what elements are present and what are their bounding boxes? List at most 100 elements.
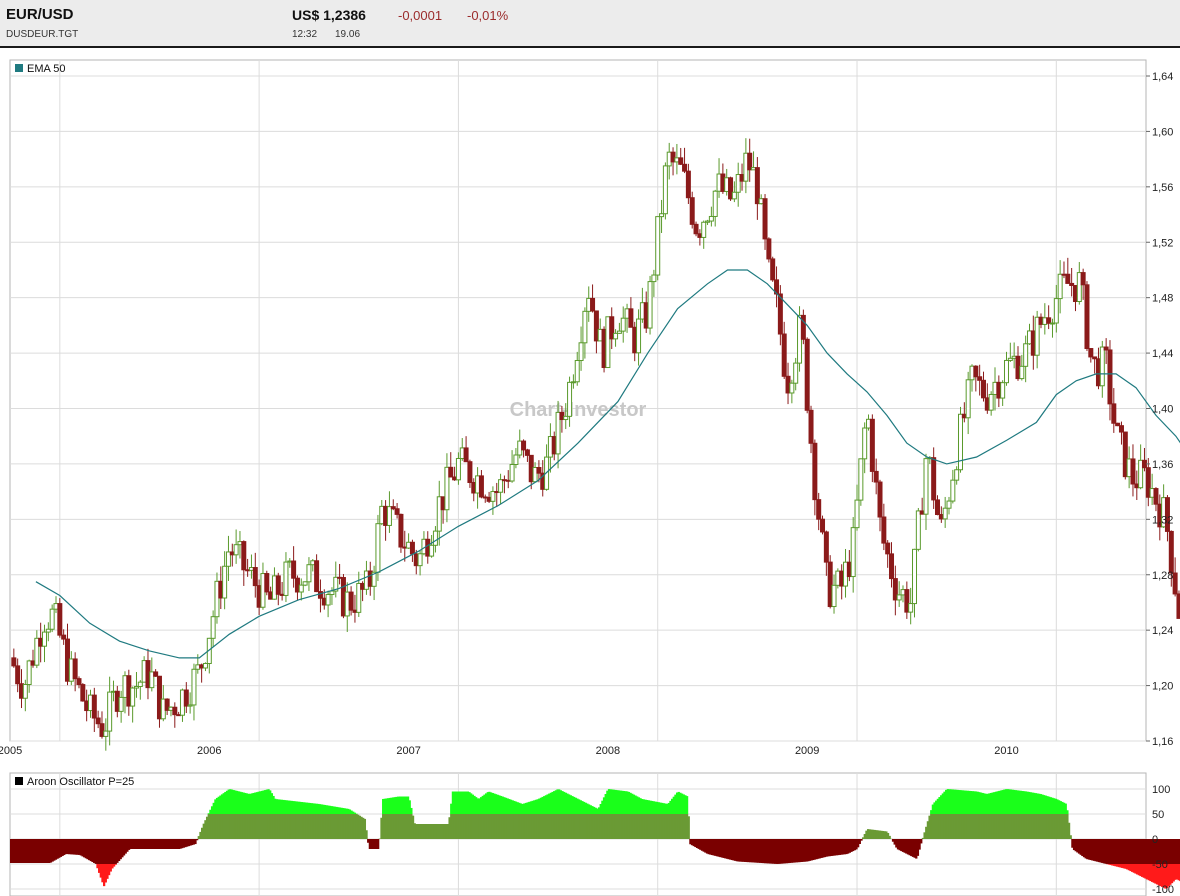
candle-body	[766, 238, 772, 260]
candle-body	[329, 590, 335, 596]
candle-body	[628, 308, 634, 328]
candle-body	[896, 594, 902, 601]
price-y-tick-label: 1,56	[1152, 182, 1173, 194]
candle-body	[409, 541, 415, 555]
candle-body	[678, 157, 684, 165]
aroon-y-tick-label: 100	[1152, 784, 1170, 796]
candle-body	[1019, 365, 1025, 380]
candle-body	[590, 297, 596, 312]
candle-body	[298, 584, 304, 593]
candle-body	[72, 658, 78, 680]
aroon-bar-positive	[888, 835, 891, 839]
candle-body	[712, 190, 718, 217]
candle-body	[831, 584, 837, 608]
candle-body	[977, 376, 983, 381]
candle-body	[375, 523, 381, 573]
candle-body	[306, 564, 312, 583]
candle-body	[1084, 284, 1090, 350]
candle-body	[252, 567, 258, 587]
aroon-bar-positive	[365, 830, 368, 839]
candle-body	[885, 542, 891, 555]
candle-body	[1088, 348, 1094, 358]
candle-body	[57, 603, 63, 636]
watermark: Chart-Investor	[510, 399, 647, 421]
price-y-tick-label: 1,28	[1152, 570, 1173, 582]
candle-body	[41, 631, 47, 647]
aroon-bar-positive-strong	[685, 796, 689, 814]
price-y-tick-label: 1,48	[1152, 293, 1173, 305]
candle-body	[812, 442, 818, 501]
candle-body	[777, 293, 783, 335]
candle-body	[103, 730, 109, 737]
candle-body	[1000, 382, 1006, 399]
aroon-bar-positive-strong	[410, 807, 413, 814]
price-y-tick-label: 1,60	[1152, 126, 1173, 138]
candle-body	[988, 393, 994, 411]
candle-body	[76, 678, 82, 686]
price-x-axis: 2005 2006 2007 2008 2009 2010	[0, 745, 1019, 757]
candle-body	[1057, 273, 1063, 300]
candle-body	[889, 553, 895, 580]
candle-body	[49, 608, 55, 630]
candle-down	[689, 191, 695, 229]
price-y-tick-label: 1,32	[1152, 514, 1173, 526]
candle-body	[793, 362, 799, 384]
candle-body	[1118, 425, 1124, 433]
candle-body	[935, 499, 941, 516]
candle-body	[689, 197, 695, 225]
candle-body	[881, 516, 887, 544]
candle-body	[467, 461, 473, 483]
candle-body	[317, 591, 323, 599]
candle-down	[57, 598, 63, 638]
candle-down	[770, 256, 776, 282]
aroon-panel: 100 50 0 -50 -100 Aroon Oscillator P=25	[9, 772, 1180, 896]
aroon-legend-swatch	[15, 777, 23, 785]
price-y-tick-label: 1,16	[1152, 736, 1173, 748]
candle-up	[647, 275, 653, 335]
candle-body	[1153, 488, 1159, 505]
candle-down	[1084, 281, 1090, 352]
candle-body	[574, 360, 580, 383]
candle-body	[708, 215, 714, 222]
candle-body	[1080, 272, 1086, 286]
price-x-tick-label: 2010	[994, 745, 1018, 757]
price-y-tick-label: 1,20	[1152, 681, 1173, 693]
candle-body	[850, 527, 856, 578]
candle-body	[862, 427, 868, 460]
candle-body	[854, 499, 860, 529]
candle-body	[91, 694, 97, 719]
candle-body	[513, 454, 519, 465]
aroon-bar-negative	[860, 839, 863, 841]
candle-body	[417, 553, 423, 567]
price-y-tick-label: 1,36	[1152, 459, 1173, 471]
candle-body	[202, 662, 208, 669]
aroon-y-tick-label: 50	[1152, 809, 1164, 821]
charts-area: Chart-Investor 1,641,601,561,521,481,441…	[0, 59, 1180, 896]
candle-body	[685, 170, 691, 199]
candle-body	[1003, 359, 1009, 384]
candle-body	[620, 317, 626, 332]
price-y-tick-label: 1,52	[1152, 237, 1173, 249]
candle-body	[1053, 298, 1059, 324]
candle-body	[869, 418, 875, 472]
candle-body	[107, 691, 113, 732]
candle-body	[693, 223, 699, 235]
candle-body	[1141, 459, 1147, 469]
candle-body	[908, 603, 914, 613]
price-y-tick-label: 1,64	[1152, 71, 1173, 83]
candle-body	[478, 475, 484, 498]
candle-body	[954, 469, 960, 481]
price-x-tick-label: 2006	[197, 745, 221, 757]
candle-body	[80, 684, 86, 702]
aroon-bar-negative-strong	[114, 864, 117, 865]
candle-body	[651, 274, 657, 283]
candle-body	[873, 470, 879, 483]
candle-body	[823, 531, 829, 563]
price-y-tick-label: 1,40	[1152, 404, 1173, 416]
price-x-tick-label: 2008	[596, 745, 620, 757]
candle-body	[386, 506, 392, 526]
candle-body	[291, 560, 297, 579]
candle-body	[498, 479, 504, 493]
candle-body	[210, 616, 216, 639]
candle-body	[1111, 403, 1117, 424]
